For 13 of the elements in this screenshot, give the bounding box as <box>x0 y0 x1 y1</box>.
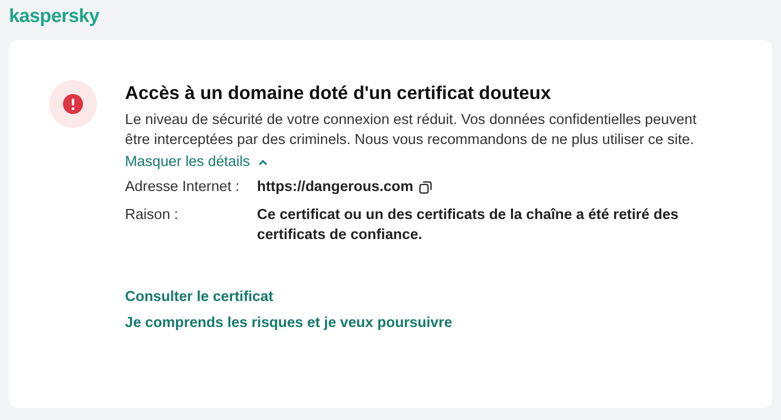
copy-icon[interactable] <box>419 180 432 194</box>
alert-message: Le niveau de sécurité de votre connexion est réduit. Vos données confidentielles peuvent être interceptées par des criminels. Nous vous recommandons de ne plus utiliser ce site. <box>125 111 698 150</box>
detail-value: Ce certificat ou un des certificats de la chaîne a été retiré des certificats de confiance. <box>257 206 680 245</box>
detail-value: https://dangerous.com <box>257 178 414 197</box>
action-link[interactable]: Consulter le certificat <box>125 289 274 305</box>
logo: kaspersky <box>9 6 100 28</box>
alert-title: Accès à un domaine doté d'un certificat douteux <box>125 82 552 104</box>
action-link[interactable]: Je comprends les risques et je veux poursuivre <box>125 315 452 331</box>
detail-label: Raison : <box>125 206 180 225</box>
details-toggle[interactable]: Masquer les détails <box>125 154 268 170</box>
warning-icon <box>49 80 97 128</box>
detail-label: Adresse Internet : <box>125 178 240 197</box>
chevron-icon <box>258 158 268 166</box>
